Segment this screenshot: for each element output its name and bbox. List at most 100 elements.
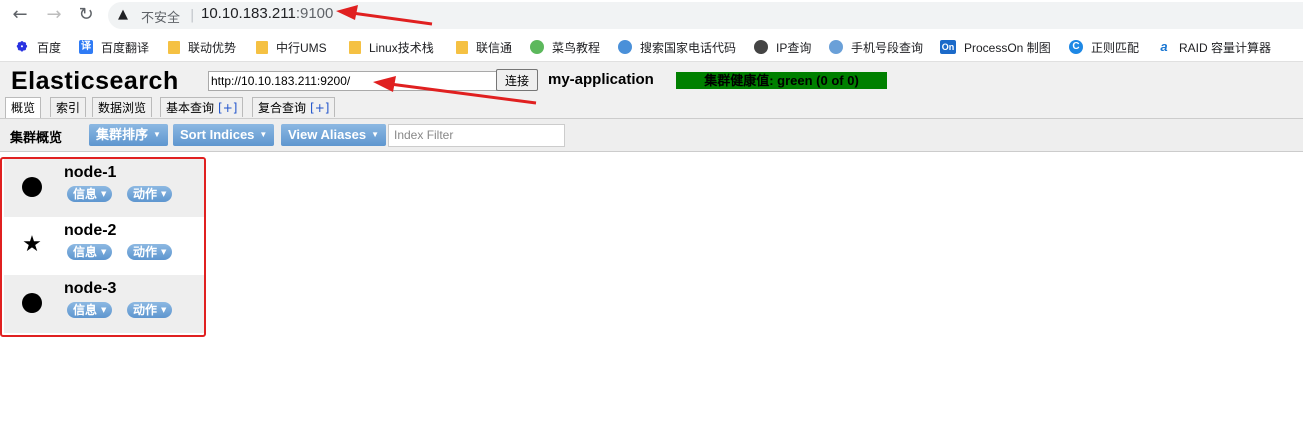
bookmark-raid[interactable]: a RAID 容量计算器 — [1157, 38, 1271, 56]
cluster-name: my-application — [548, 71, 654, 88]
tab-label: 基本查询 — [166, 101, 215, 115]
tab-basic-query[interactable]: 基本查询 [+] — [160, 97, 244, 117]
caret-down-icon: ▼ — [371, 130, 379, 139]
tab-indices[interactable]: 索引 — [50, 97, 87, 117]
folder-icon — [456, 40, 468, 54]
url-host: 10.10.183.211 — [201, 5, 296, 22]
view-aliases-dropdown[interactable]: View Aliases ▼ — [281, 124, 386, 146]
bookmark-country-codes[interactable]: 搜索国家电话代码 — [618, 38, 736, 56]
bookmark-runoob[interactable]: 菜鸟教程 — [530, 38, 600, 56]
raid-icon: a — [1160, 39, 1168, 54]
bookmark-ip-lookup[interactable]: IP查询 — [754, 38, 811, 56]
forward-arrow-icon[interactable]: → — [44, 5, 64, 25]
tab-complex-query[interactable]: 复合查询 [+] — [252, 97, 336, 117]
dropdown-label: Sort Indices — [180, 127, 255, 142]
bookmark-label: 正则匹配 — [1091, 40, 1140, 55]
circle-icon — [20, 291, 44, 315]
bookmark-label: IP查询 — [776, 40, 812, 55]
bookmark-baidu-translate[interactable]: 译百度翻译 — [79, 38, 149, 56]
tab-plus: [+] — [310, 101, 330, 115]
bookmark-baidu[interactable]: ❁ 百度 — [15, 38, 61, 56]
globe-icon — [754, 40, 768, 54]
processon-icon: On — [940, 40, 956, 54]
bookmark-label: 菜鸟教程 — [552, 40, 601, 55]
translate-icon: 译 — [79, 40, 93, 54]
pill-label: 信息 — [73, 245, 98, 259]
bookmark-label: 百度 — [37, 40, 62, 55]
bookmark-label: 百度翻译 — [101, 40, 150, 55]
bookmark-label: 联信通 — [476, 40, 513, 55]
node-actions-button[interactable]: 动作 ▼ — [127, 302, 173, 318]
tab-label: 索引 — [56, 101, 81, 115]
tab-browser[interactable]: 数据浏览 — [92, 97, 153, 117]
bookmark-label: ProcessOn 制图 — [964, 40, 1051, 55]
pill-label: 信息 — [73, 187, 98, 201]
caret-down-icon: ▼ — [101, 248, 107, 256]
node-actions-button[interactable]: 动作 ▼ — [127, 244, 173, 260]
bookmark-folder-1[interactable]: 联动优势 — [168, 38, 236, 56]
bookmark-label: 手机号段查询 — [851, 40, 924, 55]
bookmark-label: Linux技术栈 — [369, 40, 434, 55]
bookmark-folder-3[interactable]: Linux技术栈 — [349, 38, 434, 56]
warning-icon: ▲ — [118, 7, 128, 22]
toolbar-title: 集群概览 — [10, 131, 63, 146]
node-name: node-2 — [64, 222, 117, 239]
sort-indices-dropdown[interactable]: Sort Indices ▼ — [173, 124, 275, 146]
tab-overview[interactable]: 概览 — [5, 97, 42, 119]
bookmark-phone-lookup[interactable]: 手机号段查询 — [829, 38, 923, 56]
connect-button[interactable]: 连接 — [496, 69, 538, 91]
bookmark-folder-4[interactable]: 联信通 — [456, 38, 512, 56]
security-label: 不安全 — [141, 10, 181, 25]
node-actions-button[interactable]: 动作 ▼ — [127, 186, 173, 202]
phone-icon — [829, 40, 843, 54]
pill-label: 动作 — [133, 187, 158, 201]
node-row: node-1 信息 ▼ 动作 ▼ — [4, 159, 204, 217]
folder-icon — [256, 40, 268, 54]
caret-down-icon: ▼ — [101, 190, 107, 198]
bookmarks-bar: ❁ 百度 译百度翻译 联动优势 中行UMS Linux技术栈 联信通 菜鸟教程 搜… — [0, 31, 1303, 62]
node-info-button[interactable]: 信息 ▼ — [67, 244, 113, 260]
node-row: node-3 信息 ▼ 动作 ▼ — [4, 275, 204, 333]
bookmark-processon[interactable]: On ProcessOn 制图 — [940, 38, 1051, 56]
app-title: Elasticsearch — [11, 67, 179, 95]
caret-down-icon: ▼ — [153, 130, 161, 139]
globe-icon — [618, 40, 632, 54]
caret-down-icon: ▼ — [161, 190, 167, 198]
caret-down-icon: ▼ — [101, 306, 107, 314]
bookmark-label: RAID 容量计算器 — [1179, 40, 1272, 55]
bookmark-regex[interactable]: C 正则匹配 — [1069, 38, 1139, 56]
caret-down-icon: ▼ — [259, 130, 268, 139]
bookmark-label: 搜索国家电话代码 — [640, 40, 737, 55]
browser-address-bar: ← → ↻ ▲ 不安全 | 10.10.183.211:9100 — [0, 0, 1303, 31]
reload-icon[interactable]: ↻ — [76, 5, 96, 25]
dropdown-label: View Aliases — [288, 127, 367, 142]
bookmark-folder-2[interactable]: 中行UMS — [256, 38, 327, 56]
index-filter-input[interactable]: Index Filter — [388, 124, 565, 147]
back-arrow-icon[interactable]: ← — [10, 5, 30, 25]
caret-down-icon: ▼ — [161, 306, 167, 314]
bookmark-label: 中行UMS — [276, 40, 327, 55]
regex-icon: C — [1069, 40, 1083, 54]
url-box[interactable]: ▲ 不安全 | 10.10.183.211:9100 — [108, 2, 1303, 29]
node-list: node-1 信息 ▼ 动作 ▼ ★ node-2 信息 ▼ 动作 ▼ node-3 信… — [0, 157, 206, 337]
overview-toolbar: 集群概览 集群排序 ▼ Sort Indices ▼ View Aliases ▼ I… — [0, 118, 1303, 152]
tab-plus: [+] — [218, 101, 238, 115]
pill-label: 动作 — [133, 245, 158, 259]
pill-label: 信息 — [73, 303, 98, 317]
url-separator: | — [190, 8, 195, 23]
pill-label: 动作 — [133, 303, 158, 317]
dropdown-label: 集群排序 — [96, 127, 149, 142]
cluster-health-badge: 集群健康值: green (0 of 0) — [676, 72, 887, 89]
caret-down-icon: ▼ — [161, 248, 167, 256]
node-info-button[interactable]: 信息 ▼ — [67, 186, 113, 202]
sort-cluster-dropdown[interactable]: 集群排序 ▼ — [89, 124, 168, 146]
node-info-button[interactable]: 信息 ▼ — [67, 302, 113, 318]
node-name: node-1 — [64, 164, 117, 181]
cluster-url-input[interactable] — [208, 71, 497, 91]
bookmark-label: 联动优势 — [188, 40, 237, 55]
folder-icon — [349, 40, 361, 54]
url-text[interactable]: 10.10.183.211:9100 — [201, 5, 333, 22]
url-port: :9100 — [295, 5, 334, 22]
tab-label: 复合查询 — [258, 101, 307, 115]
node-row: ★ node-2 信息 ▼ 动作 ▼ — [4, 217, 204, 275]
